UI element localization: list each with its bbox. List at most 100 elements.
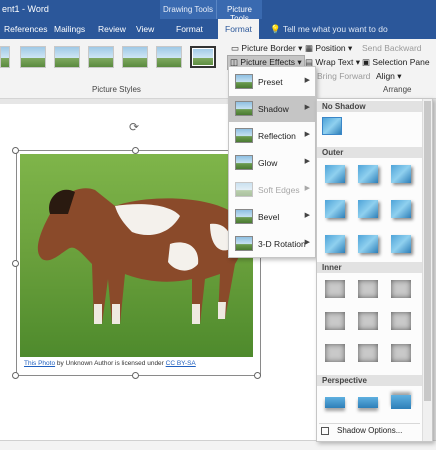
position-button[interactable]: ▦ Position ▾ xyxy=(305,43,352,54)
shadow-submenu: No Shadow Outer Inner Perspective Shadow… xyxy=(316,98,433,442)
shadow-option-perspective[interactable] xyxy=(391,395,411,409)
picture-border-label: Picture Border xyxy=(241,43,296,53)
position-icon: ▦ xyxy=(305,43,314,53)
rotate-handle-icon[interactable]: ⟳ xyxy=(129,120,139,134)
shadow-option-inner[interactable] xyxy=(391,344,411,362)
shadow-icon xyxy=(235,101,253,116)
selection-pane-button[interactable]: ▣ Selection Pane xyxy=(362,57,430,68)
section-inner: Inner xyxy=(317,262,422,273)
shadow-option-perspective[interactable] xyxy=(358,397,378,408)
preset-label: Preset xyxy=(258,77,283,87)
shadow-option-inner[interactable] xyxy=(358,280,378,298)
menu-item-shadow[interactable]: Shadow ▶ xyxy=(229,96,315,122)
photo-link[interactable]: This Photo xyxy=(24,360,55,367)
shadow-option-inner[interactable] xyxy=(325,312,345,330)
shadow-option-outer[interactable] xyxy=(391,165,411,183)
style-thumb[interactable] xyxy=(54,46,80,68)
3d-rotation-icon xyxy=(235,236,253,251)
style-thumb[interactable] xyxy=(122,46,148,68)
soft-edges-icon xyxy=(235,182,253,197)
3d-rotation-label: 3-D Rotation xyxy=(258,239,306,249)
shadow-option-outer[interactable] xyxy=(325,165,345,183)
shadow-option-inner[interactable] xyxy=(358,312,378,330)
tab-mailings[interactable]: Mailings xyxy=(54,24,85,34)
picture-effects-menu: Preset ▶ Shadow ▶ Reflection ▶ Glow ▶ So… xyxy=(228,66,316,258)
resize-handle[interactable] xyxy=(12,260,19,267)
shadow-option-outer[interactable] xyxy=(358,165,378,183)
selection-pane-label: Selection Pane xyxy=(372,57,430,67)
style-thumb[interactable] xyxy=(156,46,182,68)
chevron-right-icon: ▶ xyxy=(304,104,310,111)
style-thumb[interactable] xyxy=(20,46,46,68)
window-title: ent1 - Word xyxy=(2,4,49,14)
menu-item-bevel[interactable]: Bevel ▶ xyxy=(229,204,315,230)
horse-photo[interactable] xyxy=(20,154,253,357)
section-outer: Outer xyxy=(317,147,422,158)
shadow-option-outer[interactable] xyxy=(325,235,345,253)
license-link[interactable]: CC BY-SA xyxy=(166,360,196,367)
submenu-scrollbar[interactable] xyxy=(422,99,432,441)
shadow-option-inner[interactable] xyxy=(325,280,345,298)
shadow-options-item[interactable]: Shadow Options... xyxy=(319,423,420,437)
menu-item-reflection[interactable]: Reflection ▶ xyxy=(229,123,315,149)
reflection-label: Reflection xyxy=(258,131,296,141)
tab-view[interactable]: View xyxy=(136,24,154,34)
picture-border-button[interactable]: ▭ Picture Border ▾ xyxy=(231,43,302,54)
chevron-right-icon: ▶ xyxy=(304,239,310,246)
shadow-option-outer[interactable] xyxy=(391,200,411,218)
style-thumb[interactable] xyxy=(88,46,114,68)
tab-drawing-format[interactable]: Format xyxy=(176,24,203,34)
shadow-option-inner[interactable] xyxy=(358,344,378,362)
shadow-option-inner[interactable] xyxy=(391,280,411,298)
tab-picture-format[interactable]: Format xyxy=(218,19,259,39)
menu-item-glow[interactable]: Glow ▶ xyxy=(229,150,315,176)
preset-icon xyxy=(235,74,253,89)
wrap-text-label: Wrap Text xyxy=(315,57,354,67)
tab-references[interactable]: References xyxy=(4,24,47,34)
reflection-icon xyxy=(235,128,253,143)
style-thumb[interactable] xyxy=(0,46,10,68)
shadow-option-outer[interactable] xyxy=(358,200,378,218)
align-button[interactable]: Align ▾ xyxy=(376,71,402,82)
shadow-option-inner[interactable] xyxy=(325,344,345,362)
style-thumb-selected[interactable] xyxy=(190,46,216,68)
menu-item-3d-rotation[interactable]: 3-D Rotation ▶ xyxy=(229,231,315,257)
shadow-option-perspective[interactable] xyxy=(325,397,345,408)
ribbon-tabs: References Mailings Review View Format F… xyxy=(0,19,436,39)
chevron-right-icon: ▶ xyxy=(304,212,310,219)
resize-handle[interactable] xyxy=(132,147,139,154)
shadow-option-outer[interactable] xyxy=(391,235,411,253)
shadow-option-inner[interactable] xyxy=(391,312,411,330)
group-label-arrange: Arrange xyxy=(383,85,412,94)
align-label: Align xyxy=(376,71,395,81)
scrollbar-thumb[interactable] xyxy=(424,101,431,401)
shadow-option-outer[interactable] xyxy=(358,235,378,253)
tell-me-box[interactable]: 💡 Tell me what you want to do xyxy=(270,24,388,35)
tell-me-text: Tell me what you want to do xyxy=(282,24,388,34)
tab-review[interactable]: Review xyxy=(98,24,126,34)
group-label-picture-styles: Picture Styles xyxy=(92,85,141,94)
section-perspective: Perspective xyxy=(317,375,422,386)
soft-edges-label: Soft Edges xyxy=(258,185,300,195)
border-icon: ▭ xyxy=(231,43,240,53)
resize-handle[interactable] xyxy=(12,372,19,379)
resize-handle[interactable] xyxy=(254,372,261,379)
title-bar: ent1 - Word Drawing Tools Picture Tools xyxy=(0,0,436,23)
bring-forward-button[interactable]: Bring Forward xyxy=(317,71,370,81)
chevron-right-icon: ▶ xyxy=(304,185,310,192)
caption-text: by Unknown Author is licensed under xyxy=(55,360,166,367)
shadow-option-none[interactable] xyxy=(322,117,342,135)
position-label: Position xyxy=(315,43,346,53)
lightbulb-icon: 💡 xyxy=(270,24,281,34)
context-drawing-tools: Drawing Tools xyxy=(160,0,216,19)
shadow-options-icon xyxy=(321,427,329,435)
resize-handle[interactable] xyxy=(132,372,139,379)
send-backward-button[interactable]: Send Backward xyxy=(362,43,422,53)
menu-item-preset[interactable]: Preset ▶ xyxy=(229,69,315,95)
shadow-option-outer[interactable] xyxy=(325,200,345,218)
menu-item-soft-edges[interactable]: Soft Edges ▶ xyxy=(229,177,315,203)
section-no-shadow: No Shadow xyxy=(317,101,422,112)
shadow-label: Shadow xyxy=(258,104,289,114)
glow-icon xyxy=(235,155,253,170)
resize-handle[interactable] xyxy=(12,147,19,154)
